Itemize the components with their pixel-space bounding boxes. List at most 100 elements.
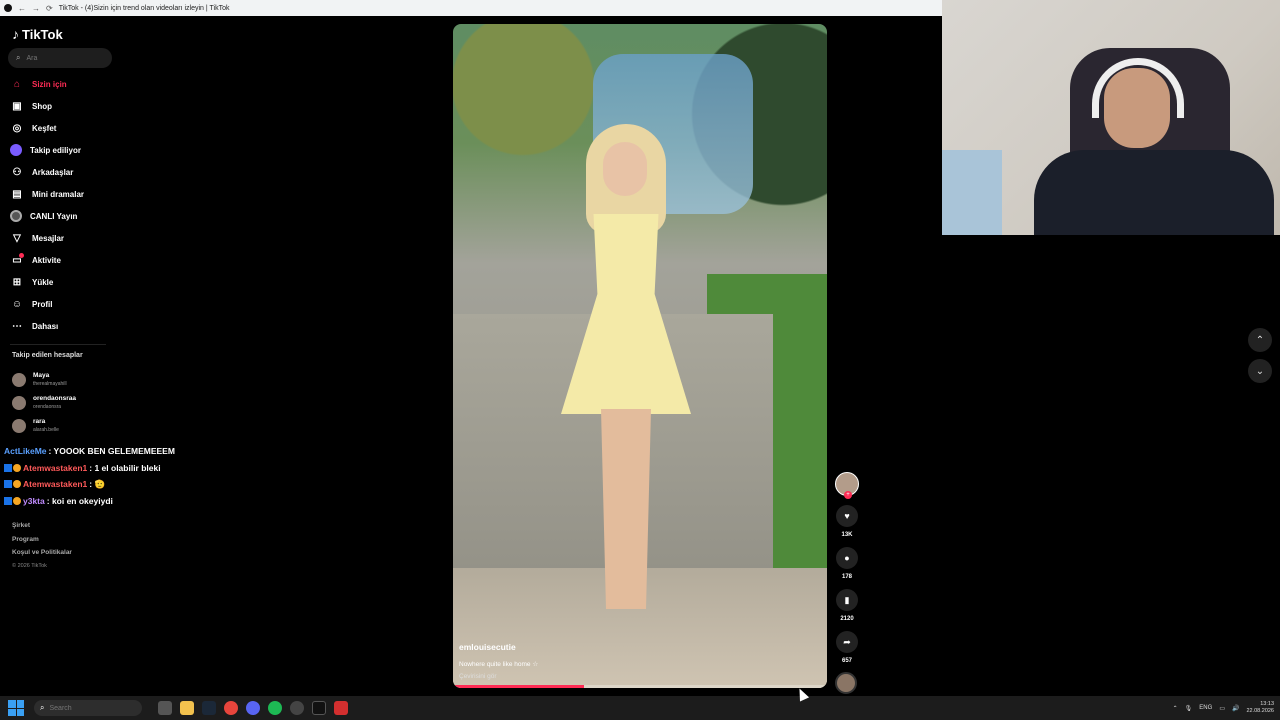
sub-badge-icon: [13, 480, 21, 489]
steam-icon[interactable]: [202, 701, 216, 715]
chevron-down-icon: ⌄: [1255, 365, 1265, 377]
sidebar-item-explore[interactable]: ◎ Keşfet: [10, 117, 130, 139]
spotify-icon[interactable]: [268, 701, 282, 715]
browser-titlebar: ← → ⟳ TikTok - (4)Sizin için trend olan …: [0, 0, 942, 16]
share-icon[interactable]: ➦: [836, 631, 858, 653]
taskbar-search-input[interactable]: [49, 704, 120, 712]
chat-badges: [4, 463, 21, 472]
messages-icon: ▽: [13, 232, 21, 244]
sidebar-item-label: Keşfet: [32, 123, 57, 133]
sidebar-item-label: Yükle: [32, 277, 54, 287]
tiktok-favicon-icon: [4, 4, 12, 12]
sidebar-item-activity[interactable]: ▭ Aktivite: [10, 249, 130, 271]
webcam-overlay: [942, 0, 1280, 235]
screen: { "browser": { "tab_title": "TikTok - (4…: [0, 0, 1280, 720]
sidebar-item-friends[interactable]: ⚇ Arkadaşlar: [10, 161, 130, 183]
account-handle: alarah.belle: [33, 426, 59, 433]
sidebar: ♪ TikTok ⌕ ⌂ Sizin için ▣ Shop ◎ Keşfet …: [0, 16, 240, 696]
heart-icon[interactable]: ♥: [836, 505, 858, 527]
app-icon[interactable]: [290, 701, 304, 715]
clock-date: 22.08.2026: [1246, 708, 1274, 714]
comment-action[interactable]: ● 178: [835, 547, 859, 580]
chevron-up-icon: ⌃: [1255, 334, 1265, 346]
sidebar-item-label: Aktivite: [32, 255, 61, 265]
forward-icon[interactable]: →: [32, 4, 40, 13]
chat-username: Atemwastaken1: [23, 479, 88, 489]
search-icon: ⌕: [40, 703, 45, 712]
chat-message: Atemwastaken1: 🫡: [4, 476, 244, 493]
share-action[interactable]: ➦ 657: [835, 631, 859, 664]
sidebar-item-mini-dramas[interactable]: ▤ Mini dramalar: [10, 183, 130, 205]
bookmark-icon[interactable]: ▮: [836, 589, 858, 611]
chat-text: : 1 el olabilir bleki: [89, 462, 161, 473]
account-handle: therealmayahill: [33, 380, 67, 387]
following-icon: [10, 144, 22, 156]
video-creator-name[interactable]: emlouisecutie: [459, 642, 516, 652]
sidebar-item-live[interactable]: CANLI Yayın: [10, 205, 130, 227]
sidebar-divider: [10, 344, 106, 345]
followed-account[interactable]: Maya therealmayahill: [12, 368, 132, 391]
avatar: [12, 395, 26, 410]
chat-text: : 🫡: [89, 479, 106, 489]
like-action[interactable]: ♥ 13K: [835, 505, 859, 538]
tray-expand-icon[interactable]: ⌃: [1173, 705, 1178, 712]
sidebar-item-following[interactable]: Takip ediliyor: [10, 139, 130, 161]
sidebar-item-shop[interactable]: ▣ Shop: [10, 95, 130, 117]
footer-link-company[interactable]: Şirket: [12, 519, 72, 533]
next-video-button[interactable]: ⌄: [1248, 359, 1272, 383]
sidebar-item-for-you[interactable]: ⌂ Sizin için: [10, 73, 130, 95]
windows-start-icon[interactable]: [8, 700, 24, 716]
task-view-icon[interactable]: [158, 701, 172, 715]
discord-icon[interactable]: [246, 701, 260, 715]
follow-plus-icon[interactable]: +: [844, 491, 852, 499]
file-explorer-icon[interactable]: [180, 701, 194, 715]
reload-icon[interactable]: ⟳: [46, 4, 53, 13]
sub-badge-icon: [13, 463, 21, 472]
footer-link-program[interactable]: Program: [12, 533, 72, 547]
see-translation-link[interactable]: Çevirisini gör: [459, 673, 497, 680]
sidebar-item-more[interactable]: ⋯ Dahası: [10, 315, 130, 337]
chat-username: ActLikeMe: [4, 446, 47, 456]
volume-icon[interactable]: 🔊: [1232, 705, 1239, 712]
prime-badge-icon: [4, 463, 12, 472]
followed-account[interactable]: orendaonsraa orendaonsra: [12, 391, 132, 414]
sidebar-item-label: Mini dramalar: [32, 189, 85, 199]
search-box[interactable]: ⌕: [8, 48, 112, 68]
taskbar-clock[interactable]: 13:13 22.08.2026: [1246, 701, 1274, 715]
video-progress-bar[interactable]: [453, 685, 827, 688]
chat-badges: [4, 480, 21, 489]
prime-badge-icon: [4, 480, 12, 489]
sidebar-item-messages[interactable]: ▽ Mesajlar: [10, 227, 130, 249]
logo-text: TikTok: [22, 26, 63, 42]
comment-count: 178: [841, 574, 852, 580]
sidebar-item-label: Arkadaşlar: [32, 167, 74, 177]
sidebar-item-profile[interactable]: ☺ Profil: [10, 293, 130, 315]
tiktok-logo[interactable]: ♪ TikTok: [12, 26, 63, 42]
comment-icon[interactable]: ●: [836, 547, 858, 569]
chat-message: y3kta: koi en okeyiydi: [4, 493, 244, 510]
video-player[interactable]: emlouisecutie Nowhere quite like home ☆ …: [453, 24, 827, 688]
previous-video-button[interactable]: ⌃: [1248, 328, 1272, 352]
obs-icon[interactable]: [334, 701, 348, 715]
taskbar-apps: [158, 701, 348, 715]
music-disc-icon[interactable]: [835, 672, 857, 694]
share-count: 657: [841, 658, 852, 664]
tab-title[interactable]: TikTok - (4)Sizin için trend olan videol…: [59, 5, 230, 12]
footer-link-terms[interactable]: Koşul ve Politikalar: [12, 546, 72, 560]
tiktok-icon[interactable]: [312, 701, 326, 715]
sidebar-item-upload[interactable]: ⊞ Yükle: [10, 271, 130, 293]
back-icon[interactable]: ←: [18, 4, 26, 13]
bookmark-action[interactable]: ▮ 2120: [835, 589, 859, 622]
microphone-icon[interactable]: 🎙: [1185, 705, 1193, 712]
chat-text: : YOOOK BEN GELEMEMEEEM: [48, 446, 175, 456]
search-input[interactable]: [26, 54, 97, 62]
chrome-icon[interactable]: [224, 701, 238, 715]
network-icon[interactable]: ▭: [1219, 705, 1225, 712]
followed-accounts-list: Maya therealmayahill orendaonsraa orendaon…: [12, 368, 132, 437]
taskbar-search[interactable]: ⌕: [34, 700, 142, 716]
language-indicator[interactable]: ENG: [1199, 705, 1212, 711]
creator-avatar[interactable]: +: [835, 472, 859, 499]
followed-account[interactable]: rara alarah.belle: [12, 414, 132, 437]
home-icon: ⌂: [13, 78, 21, 90]
sidebar-item-label: Shop: [32, 101, 52, 111]
